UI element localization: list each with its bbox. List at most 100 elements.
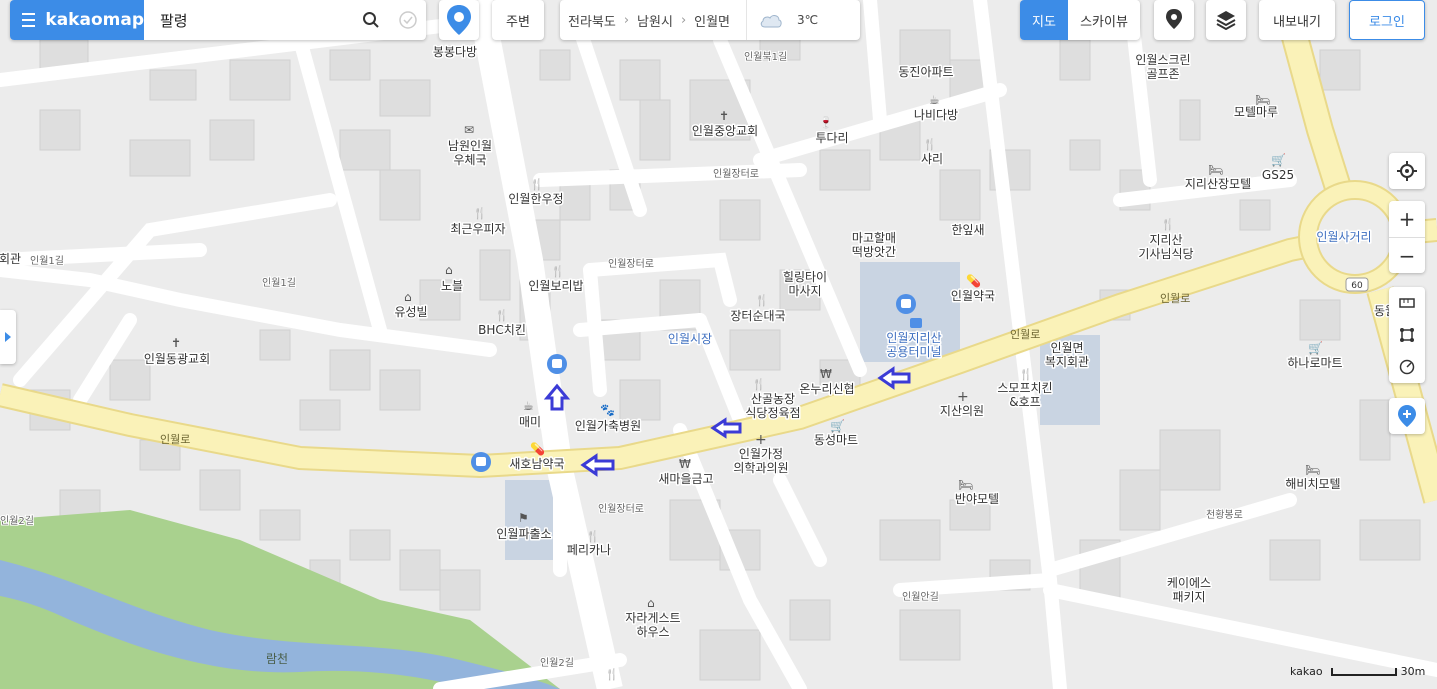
place-healing: 힐링타이 마사지 [783, 270, 827, 298]
place-dongjin: 동진아파트 [898, 65, 953, 79]
place-hanip: 한잎새 [951, 223, 984, 237]
clinic-icon: + [957, 389, 969, 405]
area-icon [1400, 328, 1414, 342]
menu-icon[interactable] [22, 9, 36, 31]
scale-brand: kakao [1290, 665, 1323, 678]
main-road-label-3: 인월로 [1160, 292, 1190, 305]
place-dongkwang: 인월동광교회 [144, 352, 210, 366]
place-jangteo: 장터순대국 [730, 309, 785, 323]
layers-button[interactable] [1206, 0, 1246, 40]
place-motelmaru: 모텔마루 [1234, 105, 1278, 119]
export-button[interactable]: 내보내기 [1259, 0, 1335, 40]
mart-icon: 🛒 [1308, 341, 1323, 355]
road-label-jangteo-a: 인월장터로 [608, 258, 654, 270]
map-type-map[interactable]: 지도 [1020, 0, 1068, 40]
bank-icon: ₩ [679, 457, 691, 471]
bank-icon: ₩ [820, 367, 832, 381]
restaurant-icon: 🍴 [923, 138, 937, 151]
church-icon: ✝ [719, 109, 729, 123]
place-rotary: 인월사거리 [1316, 230, 1371, 244]
radius-icon [1399, 359, 1415, 375]
crosshair-icon [1397, 161, 1417, 181]
police-icon: ⚑ [518, 511, 529, 525]
departure-pin-button[interactable] [439, 0, 479, 40]
road-label-2gil-a: 인월2길 [540, 656, 574, 669]
check-icon[interactable] [389, 0, 426, 40]
breadcrumb-town[interactable]: 인월면 [686, 11, 738, 30]
place-welfare: 인월면 복지회관 [1045, 341, 1089, 369]
motel-icon: 🛏 [1305, 463, 1320, 477]
place-tudari: 투다리 [815, 131, 848, 145]
zoom-control: + − [1389, 201, 1425, 273]
my-location-button[interactable] [1389, 153, 1425, 189]
place-market: 인월시장 [668, 332, 712, 346]
place-church: 인월중앙교회 [692, 124, 758, 138]
church-icon: ✝ [171, 336, 181, 350]
area-button[interactable] [1389, 319, 1425, 351]
restaurant-icon: 🍴 [755, 294, 769, 307]
restaurant-icon: 🍴 [752, 378, 766, 391]
place-yuseong: 유성빌 [394, 305, 427, 319]
zoom-out-button[interactable]: − [1389, 238, 1425, 274]
place-hospital: 인월가축병원 [575, 419, 641, 433]
restaurant-icon: 🍴 [586, 530, 600, 543]
motel-icon: 🛏 [958, 478, 973, 492]
radius-button[interactable] [1389, 351, 1425, 383]
place-terminal: 인월지리산 공용터미널 [886, 331, 941, 359]
restaurant-icon: 🍴 [473, 207, 487, 220]
place-hanaro: 하나로마트 [1287, 356, 1342, 370]
lodging-icon: ⌂ [445, 263, 453, 277]
place-police: 인월파출소 [496, 527, 551, 541]
restaurant-icon: 🍴 [551, 265, 565, 278]
ruler-button[interactable] [1389, 287, 1425, 319]
bus-stop-marker-2[interactable] [471, 452, 491, 472]
road-label-1gil-a: 인월1길 [30, 254, 64, 267]
map-type-skyview[interactable]: 스카이뷰 [1068, 11, 1140, 30]
brand-block[interactable]: kakaomap [10, 0, 144, 40]
place-nabi: 나비다방 [914, 108, 958, 122]
vet-icon: 🐾 [600, 403, 615, 417]
login-button[interactable]: 로그인 [1349, 0, 1425, 40]
pharmacy-icon: 💊 [530, 441, 545, 456]
road-label-cheonhwang: 천황봉로 [1206, 509, 1243, 521]
breadcrumb: 전라북도 › 남원시 › 인월면 3℃ [560, 0, 860, 40]
side-panel-toggle[interactable] [0, 310, 16, 364]
brand-logo: kakaomap [45, 10, 144, 30]
place-jirisanmotel: 지리산장모텔 [1185, 177, 1251, 191]
place-mago: 마고할매 떡방앗간 [852, 231, 896, 259]
add-pin-icon [1398, 405, 1416, 427]
zoom-in-button[interactable]: + [1389, 201, 1425, 237]
nearby-button[interactable]: 주변 [492, 0, 544, 40]
breadcrumb-city[interactable]: 남원시 [629, 11, 681, 30]
place-maemi: 매미 [519, 415, 541, 429]
restaurant-icon: 🍴 [1019, 368, 1033, 381]
restaurant-icon: 🍴 [605, 668, 619, 681]
location-pin-icon [447, 5, 471, 35]
weather-temp: 3℃ [797, 13, 819, 27]
search-input[interactable] [158, 10, 352, 30]
post-office-icon: ✉ [464, 123, 474, 137]
guesthouse-icon: ⌂ [647, 596, 655, 610]
place-banya: 반야모텔 [955, 492, 999, 506]
place-choigeun: 최근우피자 [450, 222, 505, 236]
route-number: 60 [1351, 281, 1363, 291]
place-boribap: 인월보리밥 [528, 279, 583, 293]
caret-right-icon [5, 332, 11, 342]
place-post: 남원인월 우체국 [448, 139, 492, 167]
roadview-button[interactable] [1154, 0, 1194, 40]
place-haebichi: 해비치모텔 [1285, 477, 1340, 491]
place-hanujeong: 인월한우정 [508, 192, 563, 206]
cafe-icon: ☕ [929, 93, 940, 107]
breadcrumb-province[interactable]: 전라북도 [560, 11, 624, 30]
place-keis: 케이에스 패키지 [1167, 576, 1211, 604]
map-canvas[interactable]: 🍴 🍴 🍴 🍴 🍴 🍴 🍴 🍴 🍴 🍴 🍴 🍷 ✉ ⌂ ⌂ ✝ ✝ ☕ ☕ 🐾 … [0, 0, 1437, 689]
bar-icon: 🍷 [819, 116, 833, 129]
search-icon[interactable] [352, 0, 389, 40]
bus-stop-marker-1[interactable] [547, 354, 567, 374]
roadview-icon [1166, 9, 1182, 29]
place-dongseong: 동성마트 [814, 433, 858, 447]
scale-distance: 30m [1400, 665, 1426, 678]
add-pin-button[interactable] [1389, 398, 1425, 434]
weather[interactable]: 3℃ [746, 0, 826, 40]
map-tools [1389, 287, 1425, 383]
